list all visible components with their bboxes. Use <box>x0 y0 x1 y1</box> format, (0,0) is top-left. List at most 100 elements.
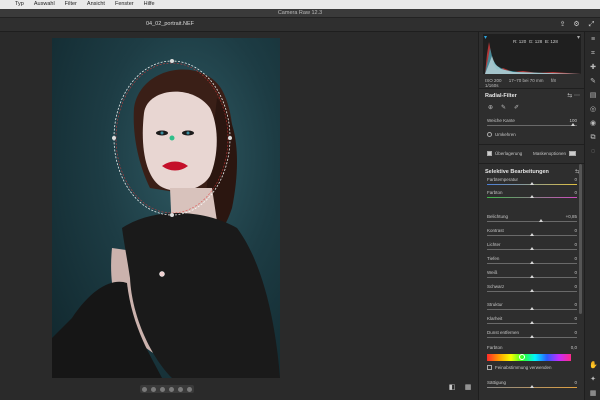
portrait-photo[interactable] <box>52 38 280 378</box>
brush-icon[interactable]: ✎ <box>500 105 507 112</box>
saturation-slider[interactable]: Sättigung 0 <box>487 380 577 390</box>
image-canvas[interactable] <box>0 32 478 382</box>
menu-fenster[interactable]: Fenster <box>110 0 139 9</box>
nav-dot[interactable] <box>187 386 192 392</box>
nav-dot[interactable] <box>160 386 165 392</box>
nav-dot[interactable] <box>142 386 147 392</box>
slider-struktur[interactable]: Struktur 0 <box>487 302 577 312</box>
slider-value[interactable]: 0 <box>574 380 577 385</box>
slider-klarheit[interactable]: Klarheit 0 <box>487 316 577 326</box>
slider-value[interactable]: 0 <box>574 330 577 335</box>
panel-scrollbar[interactable] <box>579 164 582 314</box>
slider-knob[interactable] <box>530 182 534 185</box>
mask-options[interactable]: Maskenoptionen <box>533 151 577 156</box>
fine-tune-checkbox[interactable] <box>487 365 492 370</box>
slider-farbton[interactable]: Farbton 0 <box>487 190 577 200</box>
slider-lichter[interactable]: Lichter 0 <box>487 242 577 252</box>
sampler-icon[interactable]: ✦ <box>589 376 597 384</box>
slider-knob[interactable] <box>539 219 543 222</box>
snapshot-icon[interactable]: ⧉ <box>589 134 597 142</box>
slider-value[interactable]: 0 <box>574 270 577 275</box>
hue-picker[interactable] <box>519 354 526 360</box>
tool-strip: ≡ ⌗ ✚ ✎ ▤ ◎ ◉ ⧉ ◌ ✋ ✦ ▦ <box>584 32 600 400</box>
slider-tiefen[interactable]: Tiefen 0 <box>487 256 577 266</box>
slider-belichtung[interactable]: Belichtung +0,85 <box>487 214 577 224</box>
menu-auswahl[interactable]: Auswahl <box>29 0 60 9</box>
slider-knob[interactable] <box>530 261 534 264</box>
save-icon[interactable]: ⇪ <box>558 20 567 29</box>
hand-icon[interactable]: ✋ <box>589 362 598 370</box>
soft-edge-slider[interactable]: Weiche Kante 100 <box>487 118 577 128</box>
slider-knob[interactable] <box>530 233 534 236</box>
compare-icon[interactable]: ◧ <box>448 384 456 392</box>
top-bar: 04_02_portrait.NEF ⇪ ⚙ ⤢ <box>0 18 600 32</box>
slider-knob[interactable] <box>530 335 534 338</box>
slider-farbtemperatur[interactable]: Farbtemperatur 0 <box>487 177 577 187</box>
slider-value[interactable]: 0 <box>574 316 577 321</box>
mask-color-swatch[interactable] <box>569 151 577 156</box>
invert-option[interactable]: Umkehren <box>487 132 516 137</box>
slider-track[interactable] <box>487 221 577 222</box>
slider-kontrast[interactable]: Kontrast 0 <box>487 228 577 238</box>
slider-schwarz[interactable]: Schwarz 0 <box>487 284 577 294</box>
slider-knob[interactable] <box>530 275 534 278</box>
crop-icon[interactable]: ⌗ <box>589 50 597 58</box>
brush-tool-icon[interactable]: ✎ <box>589 78 597 86</box>
histogram: R: 120 G: 128 B: 128 <box>483 34 581 74</box>
slider-knob[interactable] <box>530 289 534 292</box>
slider-knob[interactable] <box>530 321 534 324</box>
slider-value[interactable]: 0 <box>574 228 577 233</box>
slider-knob[interactable] <box>530 247 534 250</box>
slider-knob[interactable] <box>530 385 534 388</box>
redeye-icon[interactable]: ◉ <box>589 120 597 128</box>
menubar: Typ Auswahl Filter Ansicht Fenster Hilfe <box>0 0 600 9</box>
slider-knob[interactable] <box>530 307 534 310</box>
menu-ansicht[interactable]: Ansicht <box>82 0 110 9</box>
radial-icon[interactable]: ◎ <box>589 106 597 114</box>
divider <box>479 163 585 164</box>
nav-dot[interactable] <box>169 386 174 392</box>
new-mask-icon[interactable]: ⊕ <box>487 105 494 112</box>
slider-value[interactable]: 0 <box>574 190 577 195</box>
slider-value[interactable]: 0 <box>574 284 577 289</box>
slider-track[interactable] <box>487 125 577 126</box>
grid-icon[interactable]: ▦ <box>464 384 472 392</box>
brush-erase-icon[interactable]: ✐ <box>513 105 520 112</box>
slider-value[interactable]: 0 <box>574 302 577 307</box>
expand-icon[interactable]: ⤢ <box>587 20 596 29</box>
slider-knob[interactable] <box>570 123 575 126</box>
slider-dunst-entfernen[interactable]: Dunst entfernen 0 <box>487 330 577 340</box>
panel-menu-icon[interactable]: ⇆ ⋯ <box>567 90 580 102</box>
slider-value[interactable]: 0 <box>574 177 577 182</box>
menu-filter[interactable]: Filter <box>60 0 82 9</box>
slider-label: Weiß <box>487 270 498 275</box>
overlay-option[interactable]: Überlagerung <box>487 151 522 156</box>
menu-typ[interactable]: Typ <box>10 0 29 9</box>
heal-icon[interactable]: ✚ <box>589 64 597 72</box>
slider-value[interactable]: 0 <box>574 242 577 247</box>
edit-icon[interactable]: ≡ <box>589 36 597 44</box>
gradient-icon[interactable]: ▤ <box>589 92 597 100</box>
nav-dot[interactable] <box>178 386 183 392</box>
hue-value[interactable]: 0,0 <box>571 345 577 350</box>
gear-icon[interactable]: ⚙ <box>572 20 581 29</box>
presets-icon[interactable]: ◌ <box>589 148 597 156</box>
slider-value[interactable]: 0 <box>574 256 577 261</box>
slider-value[interactable]: +0,85 <box>566 214 577 219</box>
slider-knob[interactable] <box>530 195 534 198</box>
fine-tune-option[interactable]: Feinabstimmung verwenden <box>487 365 552 370</box>
mask-tools: ⊕ ✎ ✐ <box>487 105 520 112</box>
radial-filter-header: Radial-Filter ⇆ ⋯ <box>479 90 585 102</box>
filmstrip-nav[interactable] <box>140 385 194 393</box>
invert-radio[interactable] <box>487 132 492 137</box>
overlay-checkbox[interactable] <box>487 151 492 156</box>
grid-toggle-icon[interactable]: ▦ <box>589 390 597 398</box>
window-title: Camera Raw 12.3 <box>0 9 600 18</box>
slider-label: Farbton <box>487 190 503 195</box>
nav-dot[interactable] <box>151 386 156 392</box>
r-value: R: 120 <box>513 39 527 44</box>
menu-hilfe[interactable]: Hilfe <box>139 0 160 9</box>
slider-weiß[interactable]: Weiß 0 <box>487 270 577 280</box>
hue-spectrum[interactable] <box>487 354 571 361</box>
edit-panel: R: 120 G: 128 B: 128 ISO 200 17–70 bei 7… <box>478 32 585 400</box>
